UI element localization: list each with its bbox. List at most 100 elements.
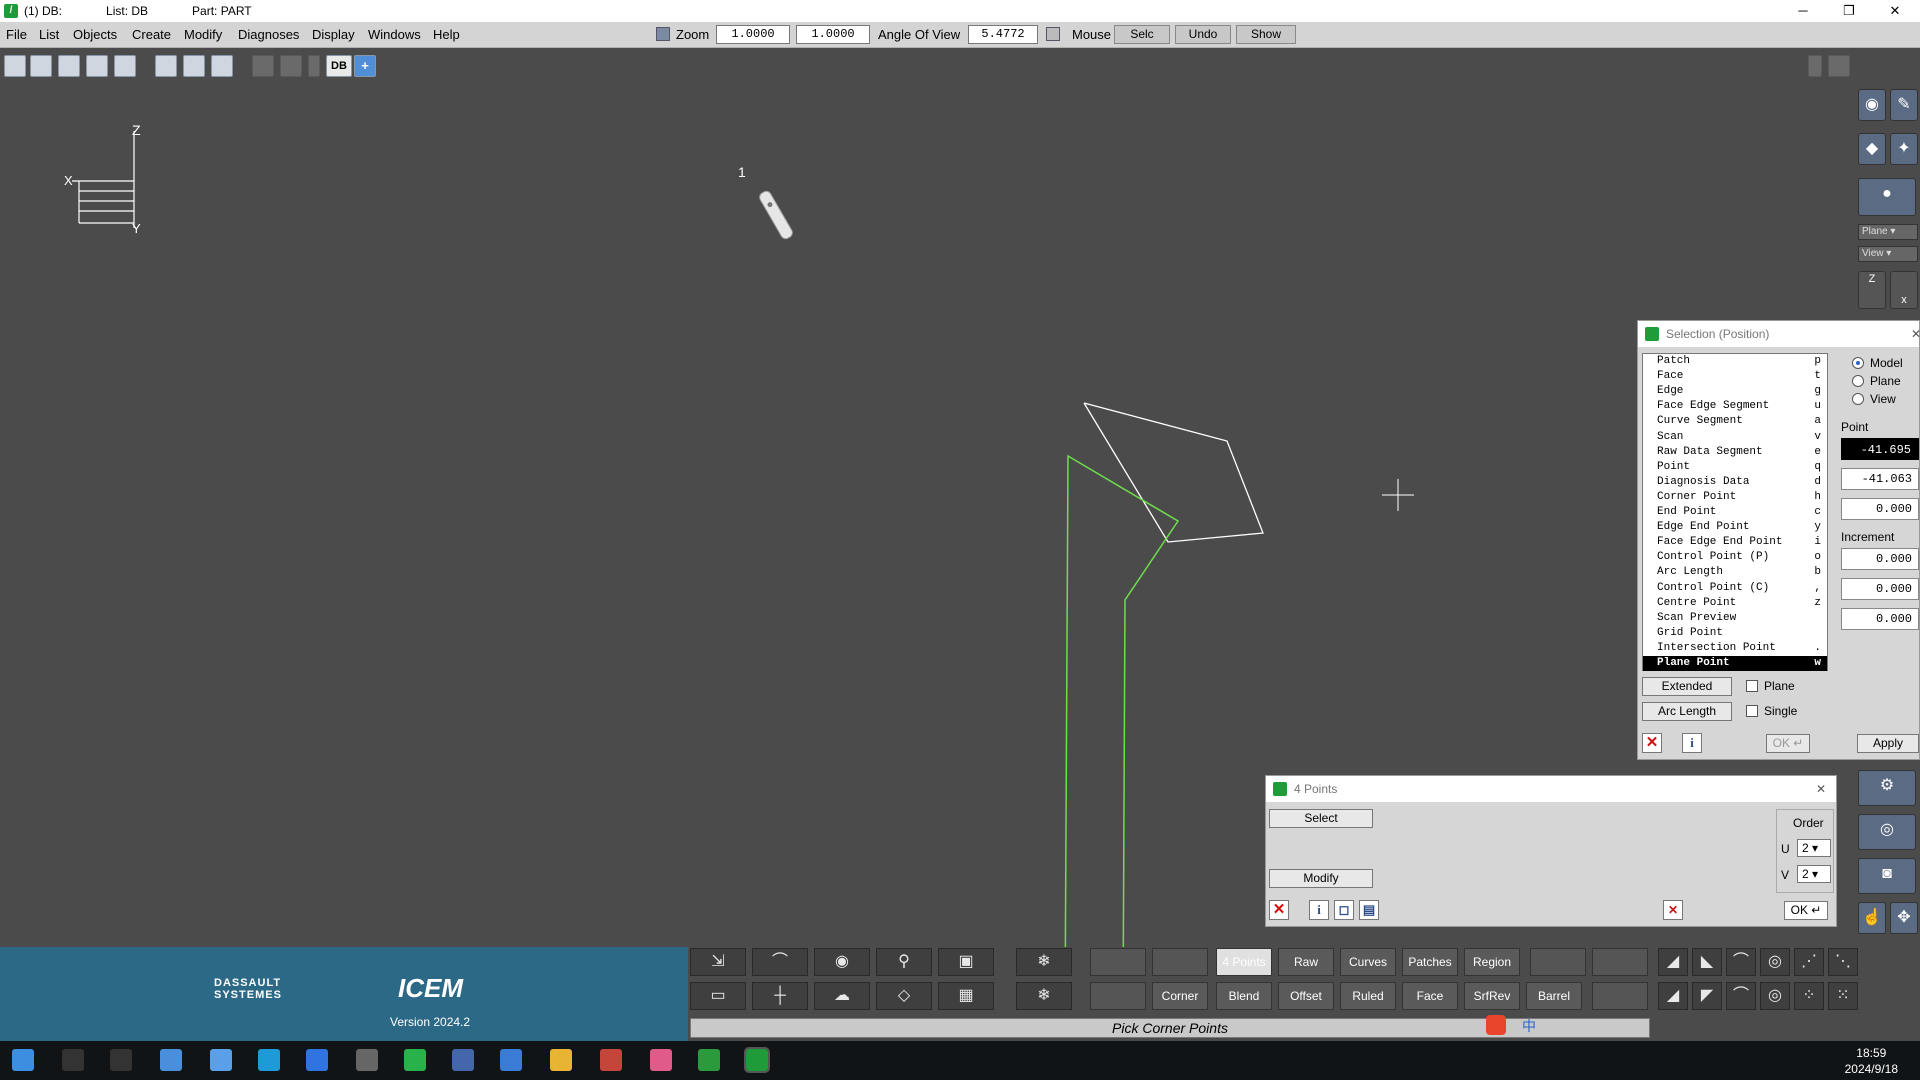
sdk-app-icon[interactable] xyxy=(356,1049,378,1071)
view-tool-icon[interactable]: ⇲ xyxy=(690,948,746,976)
axis-tool-icon[interactable]: ┼ xyxy=(752,982,808,1010)
selection-item-patch[interactable]: Patch p xyxy=(1643,354,1827,369)
points-clear-icon[interactable]: ✕ xyxy=(1663,900,1683,920)
zoom-field-1[interactable]: 1.0000 xyxy=(716,25,790,44)
add-icon[interactable]: + xyxy=(354,55,376,77)
radio-model[interactable]: Model xyxy=(1852,355,1920,371)
ime-sogou-icon[interactable] xyxy=(1486,1015,1506,1035)
grid-tool-icon[interactable]: ▦ xyxy=(938,982,994,1010)
point-x-field[interactable]: -41.695 xyxy=(1841,438,1919,460)
menu-windows[interactable]: Windows xyxy=(368,27,421,42)
points-refresh-icon[interactable]: ◻ xyxy=(1334,900,1354,920)
menu-objects[interactable]: Objects xyxy=(73,27,117,42)
selection-item-face-edge-end-point[interactable]: Face Edge End Point i xyxy=(1643,535,1827,550)
ruled-button[interactable]: Ruled xyxy=(1340,982,1396,1010)
notepad-icon[interactable] xyxy=(160,1049,182,1071)
copy-icon[interactable] xyxy=(183,55,205,77)
edge-browser-icon[interactable] xyxy=(258,1049,280,1071)
plane-tool-icon[interactable]: ◇ xyxy=(876,982,932,1010)
mouse-icon[interactable] xyxy=(1046,27,1060,41)
globe-tool-icon[interactable]: ◎ xyxy=(1858,814,1916,850)
save-icon[interactable] xyxy=(58,55,80,77)
save-as-icon[interactable] xyxy=(86,55,108,77)
point-y-field[interactable]: -41.063 xyxy=(1841,468,1919,490)
points-info-icon[interactable]: i xyxy=(1309,900,1329,920)
srfrev-button[interactable]: SrfRev xyxy=(1464,982,1520,1010)
menu-list[interactable]: List xyxy=(39,27,59,42)
menu-file[interactable]: File xyxy=(6,27,27,42)
surface-tool-icon-1[interactable]: ◢ xyxy=(1658,948,1688,976)
panel-toggle-icon[interactable] xyxy=(1808,55,1822,77)
points-layout-icon[interactable]: ▤ xyxy=(1359,900,1379,920)
hand-edit-icon[interactable]: ✎ xyxy=(1890,89,1918,121)
new-file-icon[interactable] xyxy=(4,55,26,77)
hand-tool-icon[interactable]: ☝ xyxy=(1858,902,1886,934)
selection-item-diagnosis-data[interactable]: Diagnosis Data d xyxy=(1643,475,1827,490)
selection-item-control-point-c[interactable]: Control Point (C), xyxy=(1643,581,1827,596)
selection-item-edge[interactable]: Edge g xyxy=(1643,384,1827,399)
panel-collapse-icon[interactable] xyxy=(1828,55,1850,77)
freeze-count-tool-icon[interactable]: ❄ xyxy=(1016,982,1072,1010)
wechat-icon[interactable] xyxy=(404,1049,426,1071)
radio-view[interactable]: View xyxy=(1852,391,1920,407)
patch-outline[interactable] xyxy=(1083,402,1264,543)
curve-tool-icon-2[interactable]: ◎ xyxy=(1760,948,1790,976)
x-axis-view-icon[interactable]: x xyxy=(1890,271,1918,309)
camera-tool-icon[interactable]: ◙ xyxy=(1858,858,1916,894)
single-checkbox[interactable]: Single xyxy=(1746,704,1826,720)
selection-item-centre-point[interactable]: Centre Point z xyxy=(1643,596,1827,611)
face-button[interactable]: Face xyxy=(1402,982,1458,1010)
region-button[interactable]: Region xyxy=(1464,948,1520,976)
view-select[interactable]: View ▾ xyxy=(1858,246,1918,262)
list-icon[interactable] xyxy=(280,55,302,77)
barrel-button[interactable]: Barrel xyxy=(1526,982,1582,1010)
app-icon-3[interactable] xyxy=(500,1049,522,1071)
selection-item-arc-length[interactable]: Arc Length b xyxy=(1643,565,1827,580)
apply-button[interactable]: Apply xyxy=(1857,734,1919,753)
cut-icon[interactable] xyxy=(155,55,177,77)
close-icon[interactable]: ✕ xyxy=(1872,0,1918,22)
cloud-tool-icon[interactable]: ☁ xyxy=(814,982,870,1010)
increment-y-field[interactable]: 0.000 xyxy=(1841,578,1919,600)
zoom-field-2[interactable]: 1.0000 xyxy=(796,25,870,44)
layer-icon[interactable] xyxy=(252,55,274,77)
app-icon-4[interactable] xyxy=(600,1049,622,1071)
selection-item-raw-data-segment[interactable]: Raw Data Segment e xyxy=(1643,445,1827,460)
selection-info-icon[interactable]: i xyxy=(1682,733,1702,753)
increment-z-field[interactable]: 0.000 xyxy=(1841,608,1919,630)
db-button[interactable]: DB xyxy=(326,55,352,77)
menu-display[interactable]: Display xyxy=(312,27,355,42)
task-view-icon[interactable] xyxy=(110,1049,132,1071)
cube-view-icon[interactable]: ◆ xyxy=(1858,133,1886,165)
selection-item-grid-point[interactable]: Grid Point xyxy=(1643,626,1827,641)
corner-button[interactable]: Corner xyxy=(1152,982,1208,1010)
dots-tool-icon-3[interactable]: ⁘ xyxy=(1794,982,1824,1010)
raw-button[interactable]: Raw xyxy=(1278,948,1334,976)
extended-button[interactable]: Extended xyxy=(1642,677,1732,696)
minimize-icon[interactable]: ─ xyxy=(1780,0,1826,22)
undo-button[interactable]: Undo xyxy=(1175,25,1231,44)
menu-help[interactable]: Help xyxy=(433,27,460,42)
radio-plane[interactable]: Plane xyxy=(1852,373,1920,389)
eye-view-icon[interactable]: ◉ xyxy=(1858,89,1886,121)
system-clock[interactable]: 18:59 2024/9/18 xyxy=(1845,1045,1898,1077)
plane-select[interactable]: Plane ▾ xyxy=(1858,224,1918,240)
selection-item-point[interactable]: Point q xyxy=(1643,460,1827,475)
order-u-select[interactable]: 2 ▾ xyxy=(1797,839,1831,857)
paste-icon[interactable] xyxy=(211,55,233,77)
icem-taskbar-icon[interactable] xyxy=(698,1049,720,1071)
dots-tool-icon-4[interactable]: ⁙ xyxy=(1828,982,1858,1010)
restore-icon[interactable]: ❐ xyxy=(1826,0,1872,22)
search-icon[interactable] xyxy=(62,1049,84,1071)
modify-button[interactable]: Modify xyxy=(1269,869,1373,888)
selection-item-face[interactable]: Face t xyxy=(1643,369,1827,384)
icem-active-taskbar-icon[interactable] xyxy=(744,1047,770,1073)
z-axis-view-icon[interactable]: Z xyxy=(1858,271,1886,309)
selc-button[interactable]: Selc xyxy=(1114,25,1170,44)
print-icon[interactable] xyxy=(114,55,136,77)
mail-icon[interactable] xyxy=(306,1049,328,1071)
menu-diagnoses[interactable]: Diagnoses xyxy=(238,27,299,42)
surface-tool-icon-2[interactable]: ◣ xyxy=(1692,948,1722,976)
selection-item-control-point-p[interactable]: Control Point (P) o xyxy=(1643,550,1827,565)
curves-button[interactable]: Curves xyxy=(1340,948,1396,976)
